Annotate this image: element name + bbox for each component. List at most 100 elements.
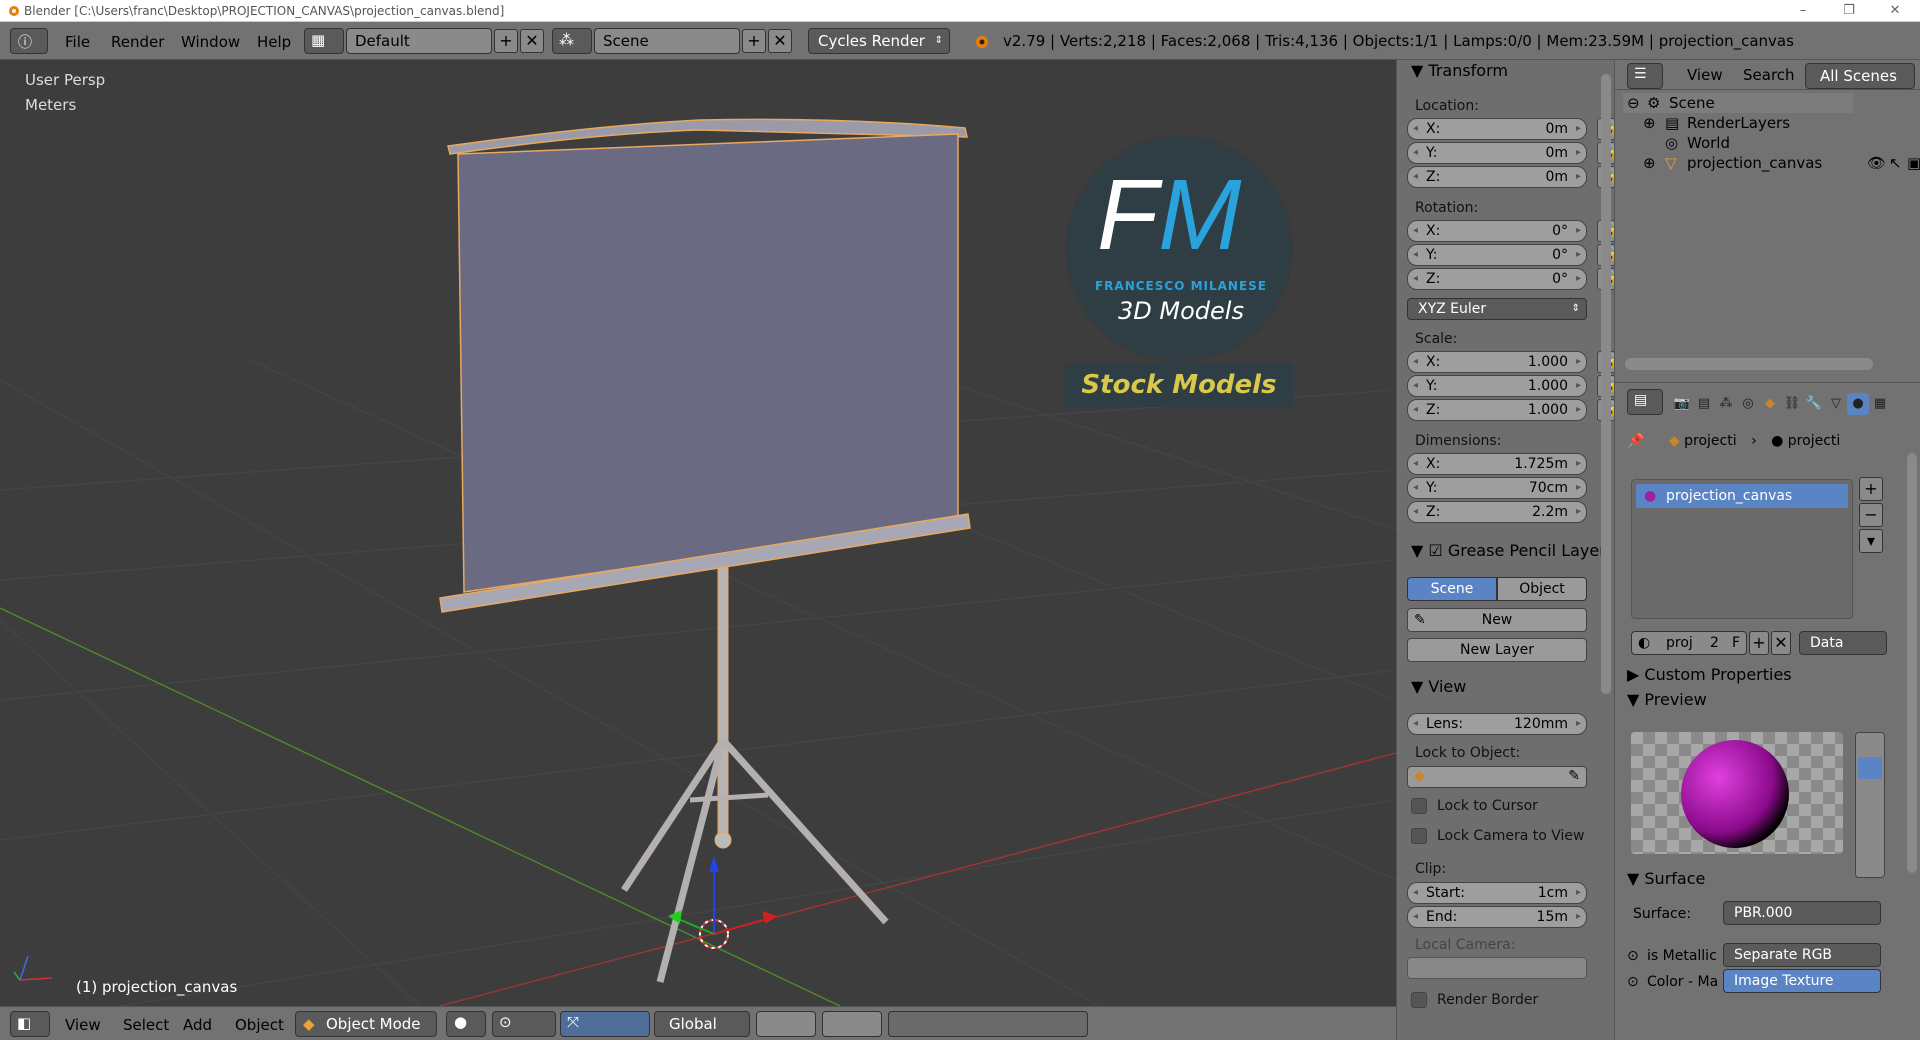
material-datablock[interactable]: ◐ proj 2 F bbox=[1631, 631, 1747, 655]
object-tab-icon[interactable]: ◆ bbox=[1759, 393, 1781, 415]
dimension-y-field[interactable]: ◂ Y: 70cm ▸ bbox=[1407, 477, 1587, 499]
location-x-field[interactable]: ◂ X: 0m ▸ bbox=[1407, 118, 1587, 140]
clip-start-field[interactable]: ◂ Start: 1cm ▸ bbox=[1407, 882, 1587, 904]
color-input-select[interactable]: Image Texture bbox=[1723, 969, 1881, 993]
lock-cursor-checkbox[interactable] bbox=[1411, 798, 1427, 814]
outliner-view-menu[interactable]: View bbox=[1687, 66, 1723, 84]
grease-new-button[interactable]: ✎ New bbox=[1407, 608, 1587, 632]
world-tab-icon[interactable]: ◎ bbox=[1737, 393, 1759, 415]
lens-field[interactable]: ◂ Lens: 120mm ▸ bbox=[1407, 713, 1587, 735]
menu-help[interactable]: Help bbox=[257, 31, 291, 53]
manipulator-toggles[interactable]: ⤧ bbox=[560, 1011, 650, 1037]
3d-viewport[interactable]: User Persp Meters FM FRANCESCO MILANESE … bbox=[0, 60, 1396, 1006]
outliner-hscrollbar[interactable] bbox=[1625, 358, 1873, 370]
rotation-y-field[interactable]: ◂ Y: 0° ▸ bbox=[1407, 244, 1587, 266]
maximize-button[interactable]: ❐ bbox=[1826, 0, 1872, 22]
material-browse-icon[interactable]: ◐ bbox=[1638, 632, 1650, 654]
scale-y-field[interactable]: ◂ Y: 1.000 ▸ bbox=[1407, 375, 1587, 397]
lock-object-field[interactable]: ◆ ✎ bbox=[1407, 766, 1587, 788]
scene-name-field[interactable]: Scene bbox=[594, 28, 740, 54]
new-layer-button[interactable]: New Layer bbox=[1407, 638, 1587, 662]
modifiers-tab-icon[interactable]: 🔧 bbox=[1803, 393, 1825, 415]
texture-tab-icon[interactable]: ▦ bbox=[1869, 393, 1891, 415]
scene-tab-icon[interactable]: ⁂ bbox=[1715, 393, 1737, 415]
render-tab-icon[interactable]: 📷 bbox=[1671, 393, 1693, 415]
properties-scrollbar[interactable] bbox=[1907, 453, 1917, 873]
selectable-arrow-icon[interactable]: ↖ bbox=[1889, 153, 1902, 173]
preview-header[interactable]: ▼ Preview bbox=[1627, 689, 1707, 711]
renderlayer-tab-icon[interactable]: ▤ bbox=[1693, 393, 1715, 415]
lock-camera-checkbox[interactable] bbox=[1411, 828, 1427, 844]
add-layout-icon[interactable]: + bbox=[494, 29, 518, 53]
fake-user-button[interactable]: F bbox=[1732, 632, 1740, 654]
surface-shader-select[interactable]: PBR.000 bbox=[1723, 901, 1881, 925]
outliner-row-object[interactable]: ⊕ ▽ projection_canvas 👁 ↖ ▣ bbox=[1623, 153, 1920, 173]
projection-screen-model[interactable] bbox=[439, 118, 971, 983]
pivot-select[interactable]: ⊙ bbox=[492, 1011, 556, 1037]
data-tab-icon[interactable]: ▽ bbox=[1825, 393, 1847, 415]
expand-socket-icon[interactable]: ⊙ bbox=[1627, 972, 1639, 992]
editor-type-3d-button[interactable]: ◧ bbox=[10, 1011, 50, 1037]
clip-end-field[interactable]: ◂ End: 15m ▸ bbox=[1407, 906, 1587, 928]
material-slot-row[interactable]: ● projection_canvas bbox=[1636, 484, 1848, 508]
expand-socket-icon[interactable]: ⊙ bbox=[1627, 946, 1639, 966]
slot-specials-icon[interactable]: ▾ bbox=[1859, 529, 1883, 553]
custom-properties-header[interactable]: ▶ Custom Properties bbox=[1627, 664, 1792, 686]
new-material-icon[interactable]: + bbox=[1749, 631, 1769, 655]
menu-add[interactable]: Add bbox=[183, 1013, 212, 1037]
renderable-camera-icon[interactable]: ▣ bbox=[1907, 153, 1920, 173]
preview-sphere-button[interactable] bbox=[1858, 757, 1882, 779]
local-camera-field[interactable] bbox=[1407, 957, 1587, 979]
eyedropper-icon[interactable]: ✎ bbox=[1568, 768, 1580, 784]
material-tab-icon[interactable]: ● bbox=[1847, 393, 1869, 415]
scale-x-field[interactable]: ◂ X: 1.000 ▸ bbox=[1407, 351, 1587, 373]
location-y-field[interactable]: ◂ Y: 0m ▸ bbox=[1407, 142, 1587, 164]
outliner-search-menu[interactable]: Search bbox=[1743, 66, 1795, 84]
location-z-field[interactable]: ◂ Z: 0m ▸ bbox=[1407, 166, 1587, 188]
editor-type-button[interactable]: ⓘ bbox=[10, 28, 48, 54]
metallic-input-select[interactable]: Separate RGB bbox=[1723, 943, 1881, 967]
surface-header[interactable]: ▼ Surface bbox=[1627, 868, 1705, 890]
minimize-button[interactable]: – bbox=[1780, 0, 1826, 22]
layers-grid-1[interactable] bbox=[756, 1011, 816, 1037]
render-border-checkbox[interactable] bbox=[1411, 992, 1427, 1008]
outliner-row-renderlayers[interactable]: ⊕ ▤ RenderLayers bbox=[1623, 113, 1853, 133]
menu-file[interactable]: File bbox=[65, 31, 90, 53]
preview-type-buttons[interactable] bbox=[1855, 732, 1885, 878]
mode-select[interactable]: ◆ Object Mode bbox=[295, 1011, 437, 1037]
npanel-scrollbar[interactable] bbox=[1601, 74, 1611, 694]
remove-slot-icon[interactable]: − bbox=[1859, 503, 1883, 527]
constraints-tab-icon[interactable]: ⛓ bbox=[1781, 393, 1803, 415]
transform-header[interactable]: ▼ Transform bbox=[1411, 60, 1508, 82]
link-select[interactable]: Data bbox=[1799, 631, 1887, 655]
orientation-select[interactable]: Global bbox=[654, 1011, 750, 1037]
layout-name-field[interactable]: Default bbox=[346, 28, 492, 54]
material-name-field[interactable]: proj bbox=[1666, 632, 1693, 654]
expand-icon[interactable]: ⊕ bbox=[1643, 113, 1656, 133]
rotation-z-field[interactable]: ◂ Z: 0° ▸ bbox=[1407, 268, 1587, 290]
scale-z-field[interactable]: ◂ Z: 1.000 ▸ bbox=[1407, 399, 1587, 421]
dimension-z-field[interactable]: ◂ Z: 2.2m ▸ bbox=[1407, 501, 1587, 523]
properties-editor-button[interactable]: ▤ bbox=[1627, 389, 1663, 415]
visibility-eye-icon[interactable]: 👁 bbox=[1867, 153, 1886, 173]
rotation-mode-select[interactable]: XYZ Euler ⇕ bbox=[1407, 298, 1587, 320]
outliner-editor-button[interactable]: ☰ bbox=[1627, 63, 1663, 89]
render-engine-select[interactable]: Cycles Render ⇕ bbox=[808, 28, 950, 54]
pin-icon[interactable]: 📌 bbox=[1627, 433, 1644, 449]
expand-icon[interactable]: ⊕ bbox=[1643, 153, 1656, 173]
grease-pencil-header[interactable]: ▼ ☑ Grease Pencil Layer bbox=[1411, 540, 1606, 562]
shading-select[interactable]: ● bbox=[446, 1011, 486, 1037]
remove-scene-icon[interactable]: ✕ bbox=[768, 29, 792, 53]
add-scene-icon[interactable]: + bbox=[742, 29, 766, 53]
layers-grid-2[interactable] bbox=[822, 1011, 882, 1037]
grease-tab-object[interactable]: Object bbox=[1497, 577, 1587, 601]
remove-layout-icon[interactable]: ✕ bbox=[520, 29, 544, 53]
scene-icon[interactable]: ⁂ bbox=[552, 28, 592, 54]
menu-window[interactable]: Window bbox=[181, 31, 240, 53]
grease-tab-scene[interactable]: Scene bbox=[1407, 577, 1497, 601]
screen-layout-icon[interactable]: ▦ bbox=[304, 28, 344, 54]
view-header[interactable]: ▼ View bbox=[1411, 676, 1466, 698]
outliner-row-world[interactable]: ◎ World bbox=[1623, 133, 1853, 153]
material-users[interactable]: 2 bbox=[1710, 632, 1719, 654]
material-slots-list[interactable]: ● projection_canvas bbox=[1631, 479, 1853, 619]
